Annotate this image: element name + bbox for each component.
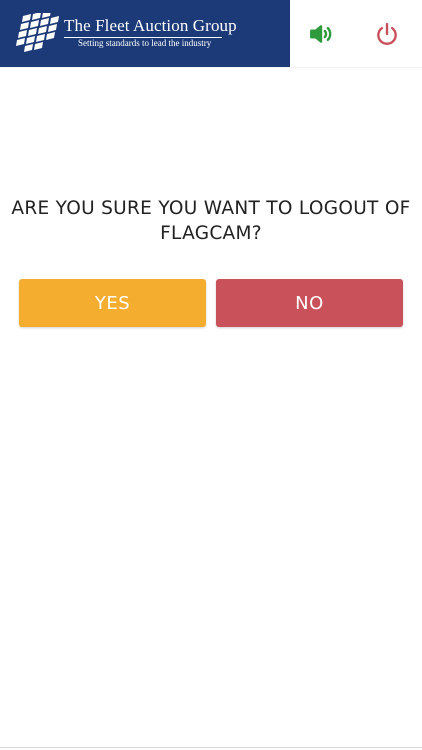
- brand-banner: The Fleet Auction Group Setting standard…: [0, 0, 290, 67]
- question-line-2: FLAGCAM?: [160, 223, 262, 244]
- sound-button[interactable]: [305, 18, 337, 50]
- power-icon: [377, 22, 397, 45]
- yes-button[interactable]: YES: [19, 279, 206, 327]
- fleet-flags-logo-icon: [16, 13, 59, 52]
- brand-name: The Fleet Auction Group: [64, 16, 237, 35]
- logout-screen: The Fleet Auction Group Setting standard…: [0, 0, 422, 750]
- question-line-1: ARE YOU SURE YOU WANT TO LOGOUT OF: [11, 198, 411, 219]
- power-button[interactable]: [371, 18, 403, 50]
- app-header: The Fleet Auction Group Setting standard…: [0, 0, 422, 68]
- speaker-volume-icon: [310, 25, 332, 43]
- logout-question: ARE YOU SURE YOU WANT TO LOGOUT OF FLAGC…: [0, 196, 422, 246]
- no-button[interactable]: NO: [216, 279, 403, 327]
- header-divider: [0, 67, 422, 68]
- bottom-divider: [0, 747, 422, 748]
- yes-button-label: YES: [94, 292, 131, 314]
- brand-tagline: Setting standards to lead the industry: [78, 38, 212, 48]
- no-button-label: NO: [295, 292, 324, 314]
